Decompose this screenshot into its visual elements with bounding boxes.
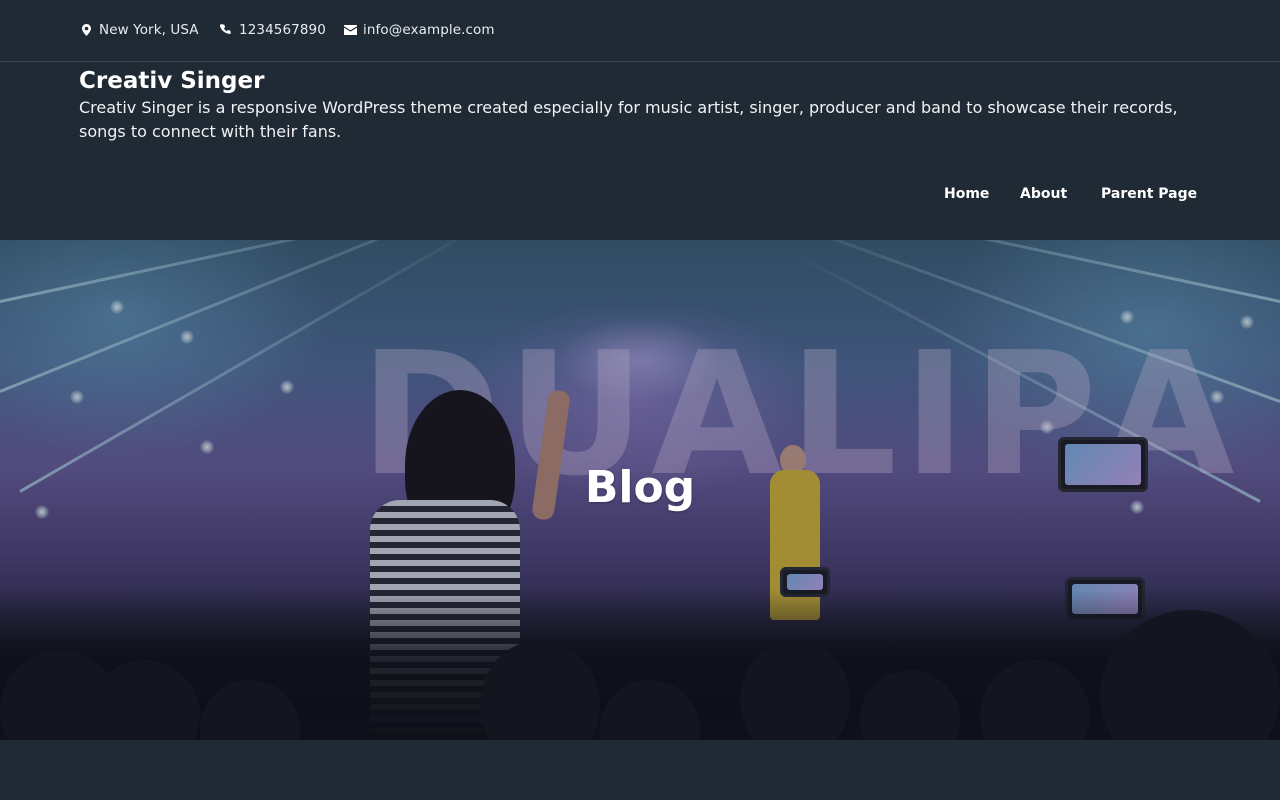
email-text: info@example.com (363, 22, 495, 38)
phone-icon (219, 23, 233, 37)
map-marker-icon (79, 23, 93, 37)
top-info-bar: New York, USA 1234567890 info@example.co… (0, 0, 1280, 62)
site-title[interactable]: Creativ Singer (79, 68, 264, 94)
location-text: New York, USA (99, 22, 199, 38)
hero-banner: DUALIPA Blog (0, 240, 1280, 740)
location-info: New York, USA (79, 22, 199, 38)
page-title: Blog (584, 462, 696, 513)
nav-item-home[interactable]: Home (944, 186, 989, 202)
site-description: Creativ Singer is a responsive WordPress… (79, 98, 1178, 141)
envelope-icon (343, 23, 357, 37)
email-info[interactable]: info@example.com (343, 22, 495, 38)
phone-info[interactable]: 1234567890 (219, 22, 326, 38)
main-navigation: Home About Parent Page (0, 186, 1280, 206)
nav-item-parent-page[interactable]: Parent Page (1101, 186, 1197, 202)
phone-text: 1234567890 (239, 22, 326, 38)
nav-item-about[interactable]: About (1020, 186, 1067, 202)
